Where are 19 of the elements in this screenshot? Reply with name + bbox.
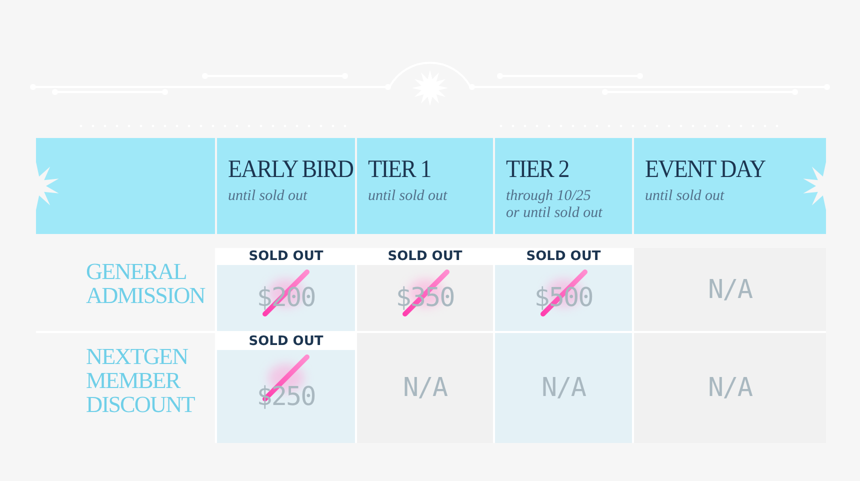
row-label: GENERAL ADMISSION	[36, 248, 215, 331]
na-text: N/A	[708, 373, 752, 403]
na-text: N/A	[542, 373, 586, 403]
column-title: EARLY BIRD	[228, 156, 353, 184]
na-text: N/A	[403, 373, 447, 403]
sold-out-label: SOLD OUT	[495, 248, 632, 265]
sold-out-label: SOLD OUT	[217, 333, 355, 350]
price-text: $250	[256, 382, 316, 412]
sold-out-label: SOLD OUT	[357, 248, 493, 265]
column-subtitle: until sold out	[228, 188, 308, 205]
column-title: EVENT DAY	[645, 156, 766, 184]
column-subtitle: until sold out	[645, 188, 726, 205]
row-label: NEXTGEN MEMBER DISCOUNT	[36, 333, 215, 443]
column-title: TIER 1	[368, 156, 431, 184]
column-subtitle: until sold out	[368, 188, 448, 205]
column-title: TIER 2	[506, 156, 569, 184]
sold-out-label: SOLD OUT	[217, 248, 355, 265]
na-text: N/A	[708, 274, 752, 304]
column-subtitle: through 10/25 or until sold out	[506, 188, 604, 222]
